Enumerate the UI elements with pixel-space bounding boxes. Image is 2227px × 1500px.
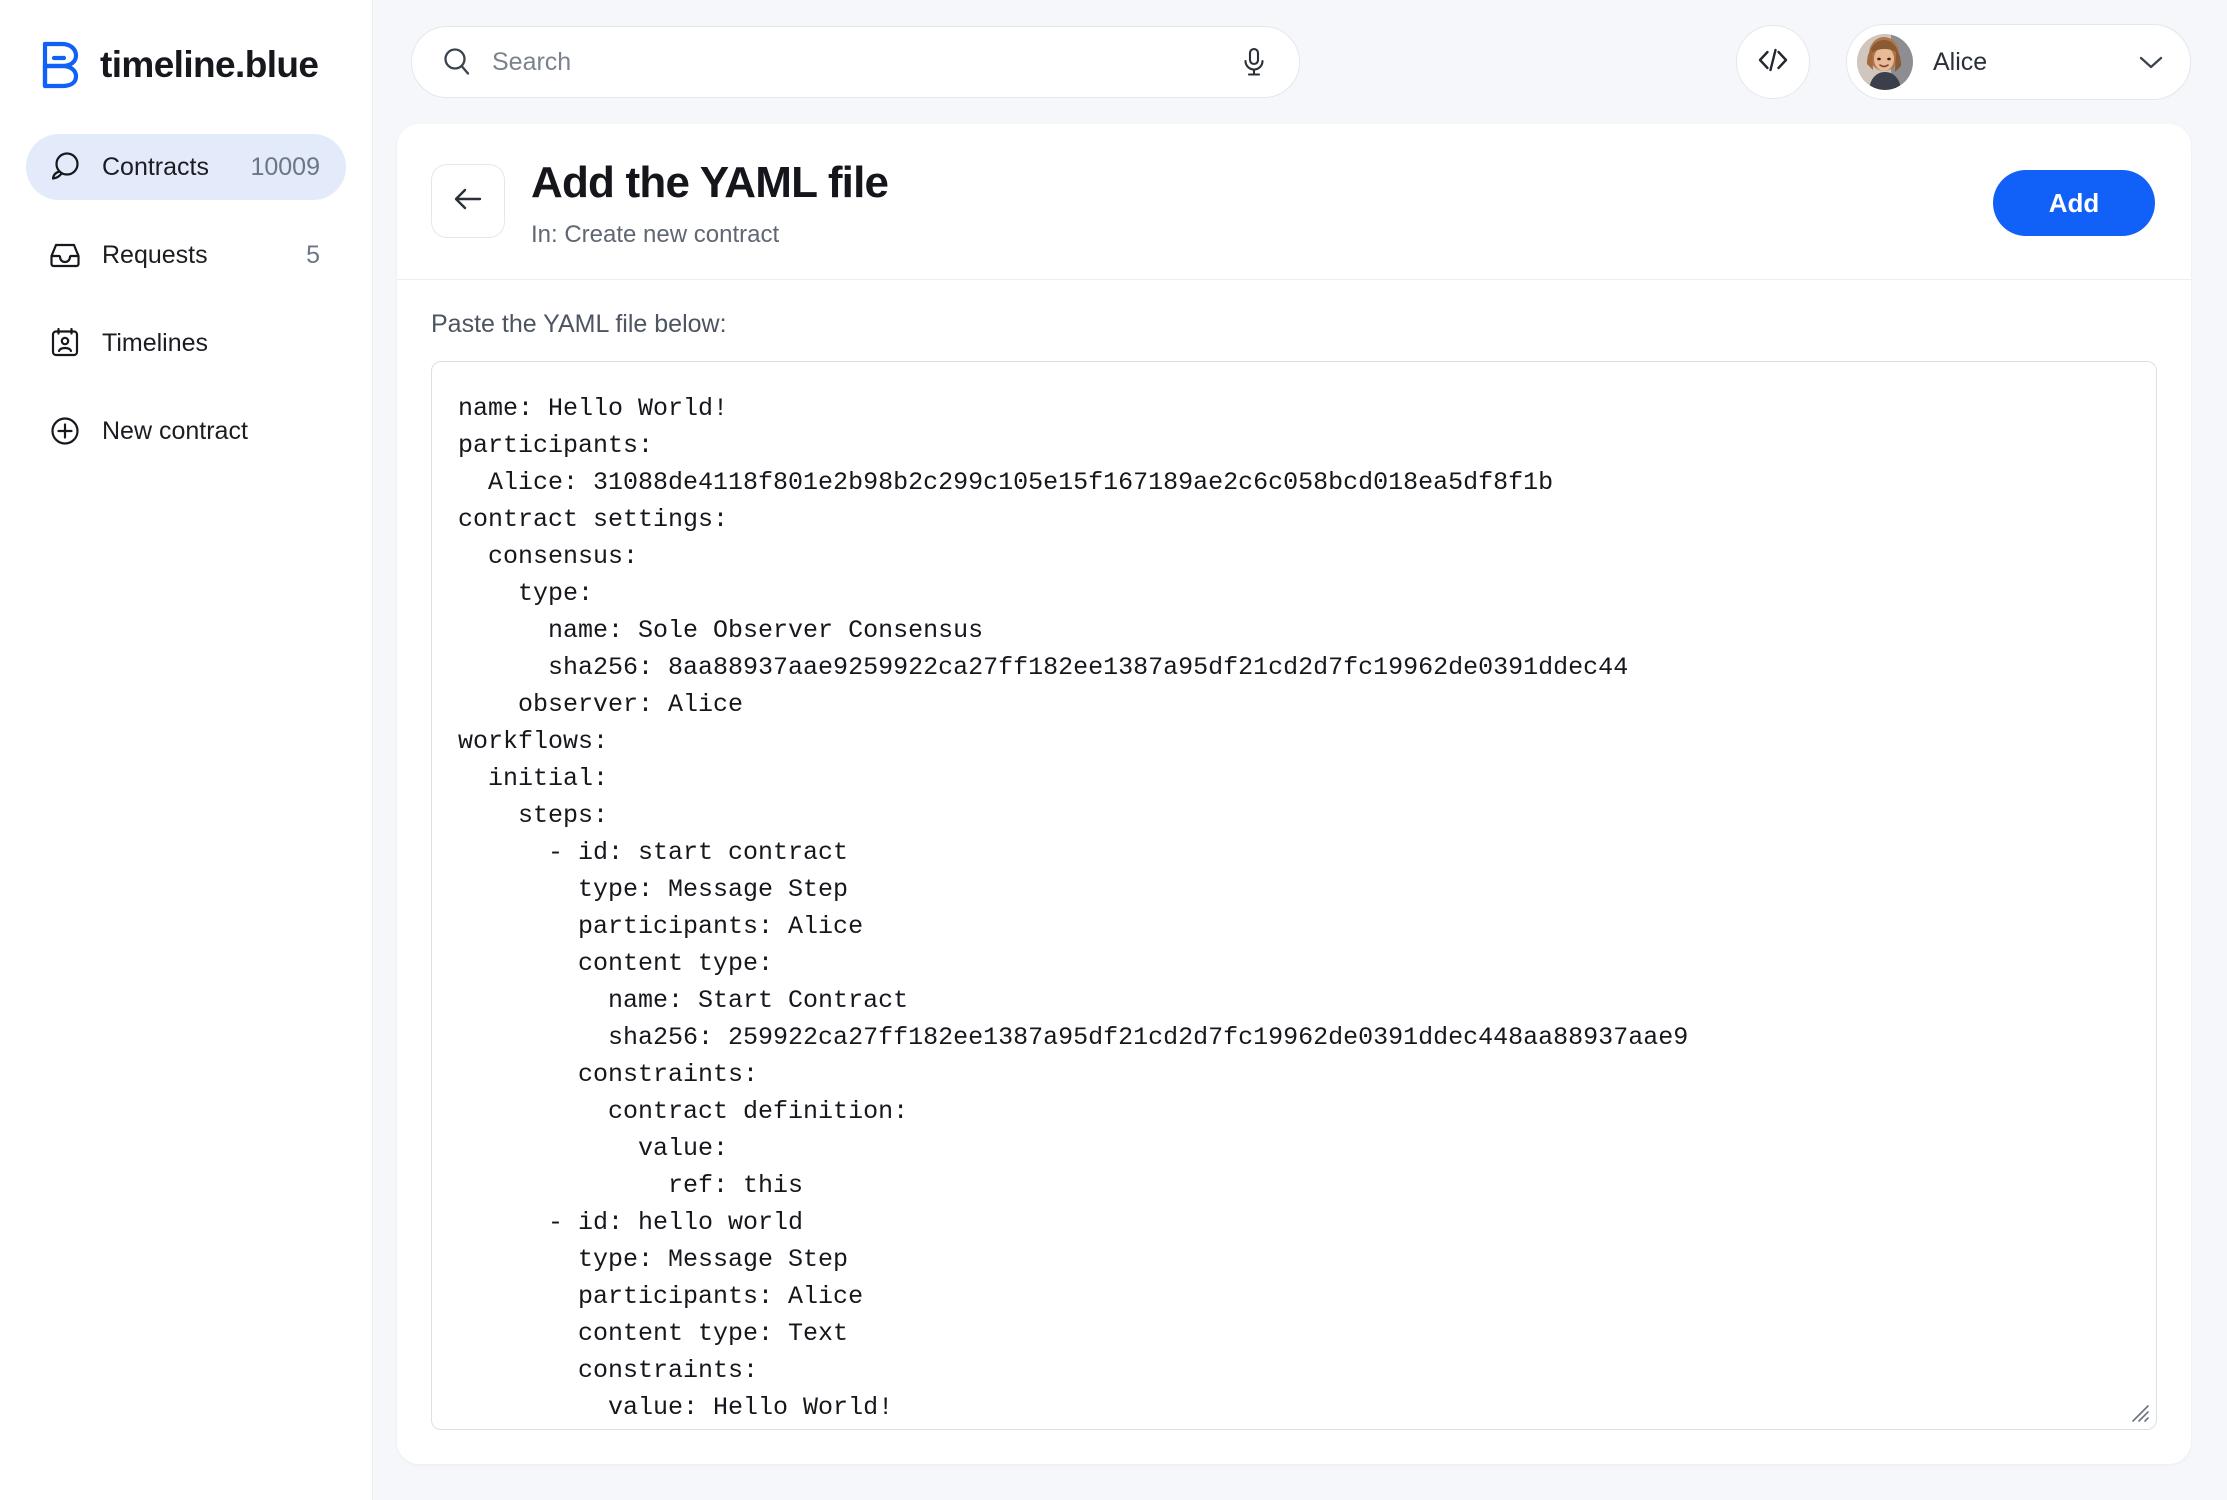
plus-circle-icon (48, 414, 82, 448)
arrow-left-icon (451, 184, 485, 219)
chevron-down-icon (2138, 54, 2164, 70)
sidebar-item-label: Timelines (102, 328, 209, 357)
user-menu[interactable]: Alice (1846, 24, 2191, 100)
sidebar-item-contracts[interactable]: Contracts 10009 (26, 134, 346, 200)
topbar-actions: Alice (1736, 24, 2191, 100)
add-button[interactable]: Add (1993, 170, 2155, 236)
page-header-text: Add the YAML file In: Create new contrac… (531, 156, 1993, 249)
sidebar-item-count: 5 (306, 240, 320, 269)
sidebar-item-new-contract[interactable]: New contract (26, 398, 346, 464)
card-body: Paste the YAML file below: name: Hello W… (397, 280, 2191, 1464)
brand-name: timeline.blue (100, 44, 319, 85)
chat-bubble-icon (48, 150, 82, 184)
yaml-input[interactable]: name: Hello World! participants: Alice: … (431, 360, 2157, 1430)
sidebar-nav: Contracts 10009 Requests 5 Timelines New… (0, 134, 372, 464)
paste-instruction-label: Paste the YAML file below: (431, 309, 727, 338)
breadcrumb: In: Create new contract (531, 220, 780, 248)
app-root: timeline.blue Contracts 10009 Requests 5… (0, 0, 2227, 1500)
brand[interactable]: timeline.blue (0, 0, 372, 92)
content-card: Add the YAML file In: Create new contrac… (397, 124, 2191, 1464)
main-area: Alice (373, 0, 2227, 1500)
page-header: Add the YAML file In: Create new contrac… (397, 124, 2191, 280)
sidebar: timeline.blue Contracts 10009 Requests 5… (0, 0, 373, 1500)
user-name: Alice (1933, 47, 1988, 76)
sidebar-item-requests[interactable]: Requests 5 (26, 222, 346, 288)
code-brackets-icon (1755, 45, 1791, 80)
microphone-icon[interactable] (1239, 45, 1269, 79)
back-button[interactable] (431, 164, 505, 238)
contact-card-icon (48, 326, 82, 360)
avatar (1857, 34, 1913, 90)
sidebar-item-label: New contract (102, 416, 248, 445)
sidebar-item-label: Contracts (102, 152, 209, 181)
sidebar-item-count: 10009 (250, 152, 320, 181)
topbar: Alice (373, 0, 2227, 124)
timeline-b-logo-icon (38, 41, 84, 89)
yaml-editor-wrap: name: Hello World! participants: Alice: … (431, 360, 2157, 1430)
code-view-button[interactable] (1736, 25, 1810, 99)
inbox-icon (48, 238, 82, 272)
search-input[interactable] (492, 47, 1239, 77)
sidebar-item-timelines[interactable]: Timelines (26, 310, 346, 376)
search-bar[interactable] (411, 26, 1300, 98)
sidebar-item-label: Requests (102, 240, 208, 269)
page-title: Add the YAML file (531, 158, 889, 207)
search-icon (440, 45, 474, 79)
